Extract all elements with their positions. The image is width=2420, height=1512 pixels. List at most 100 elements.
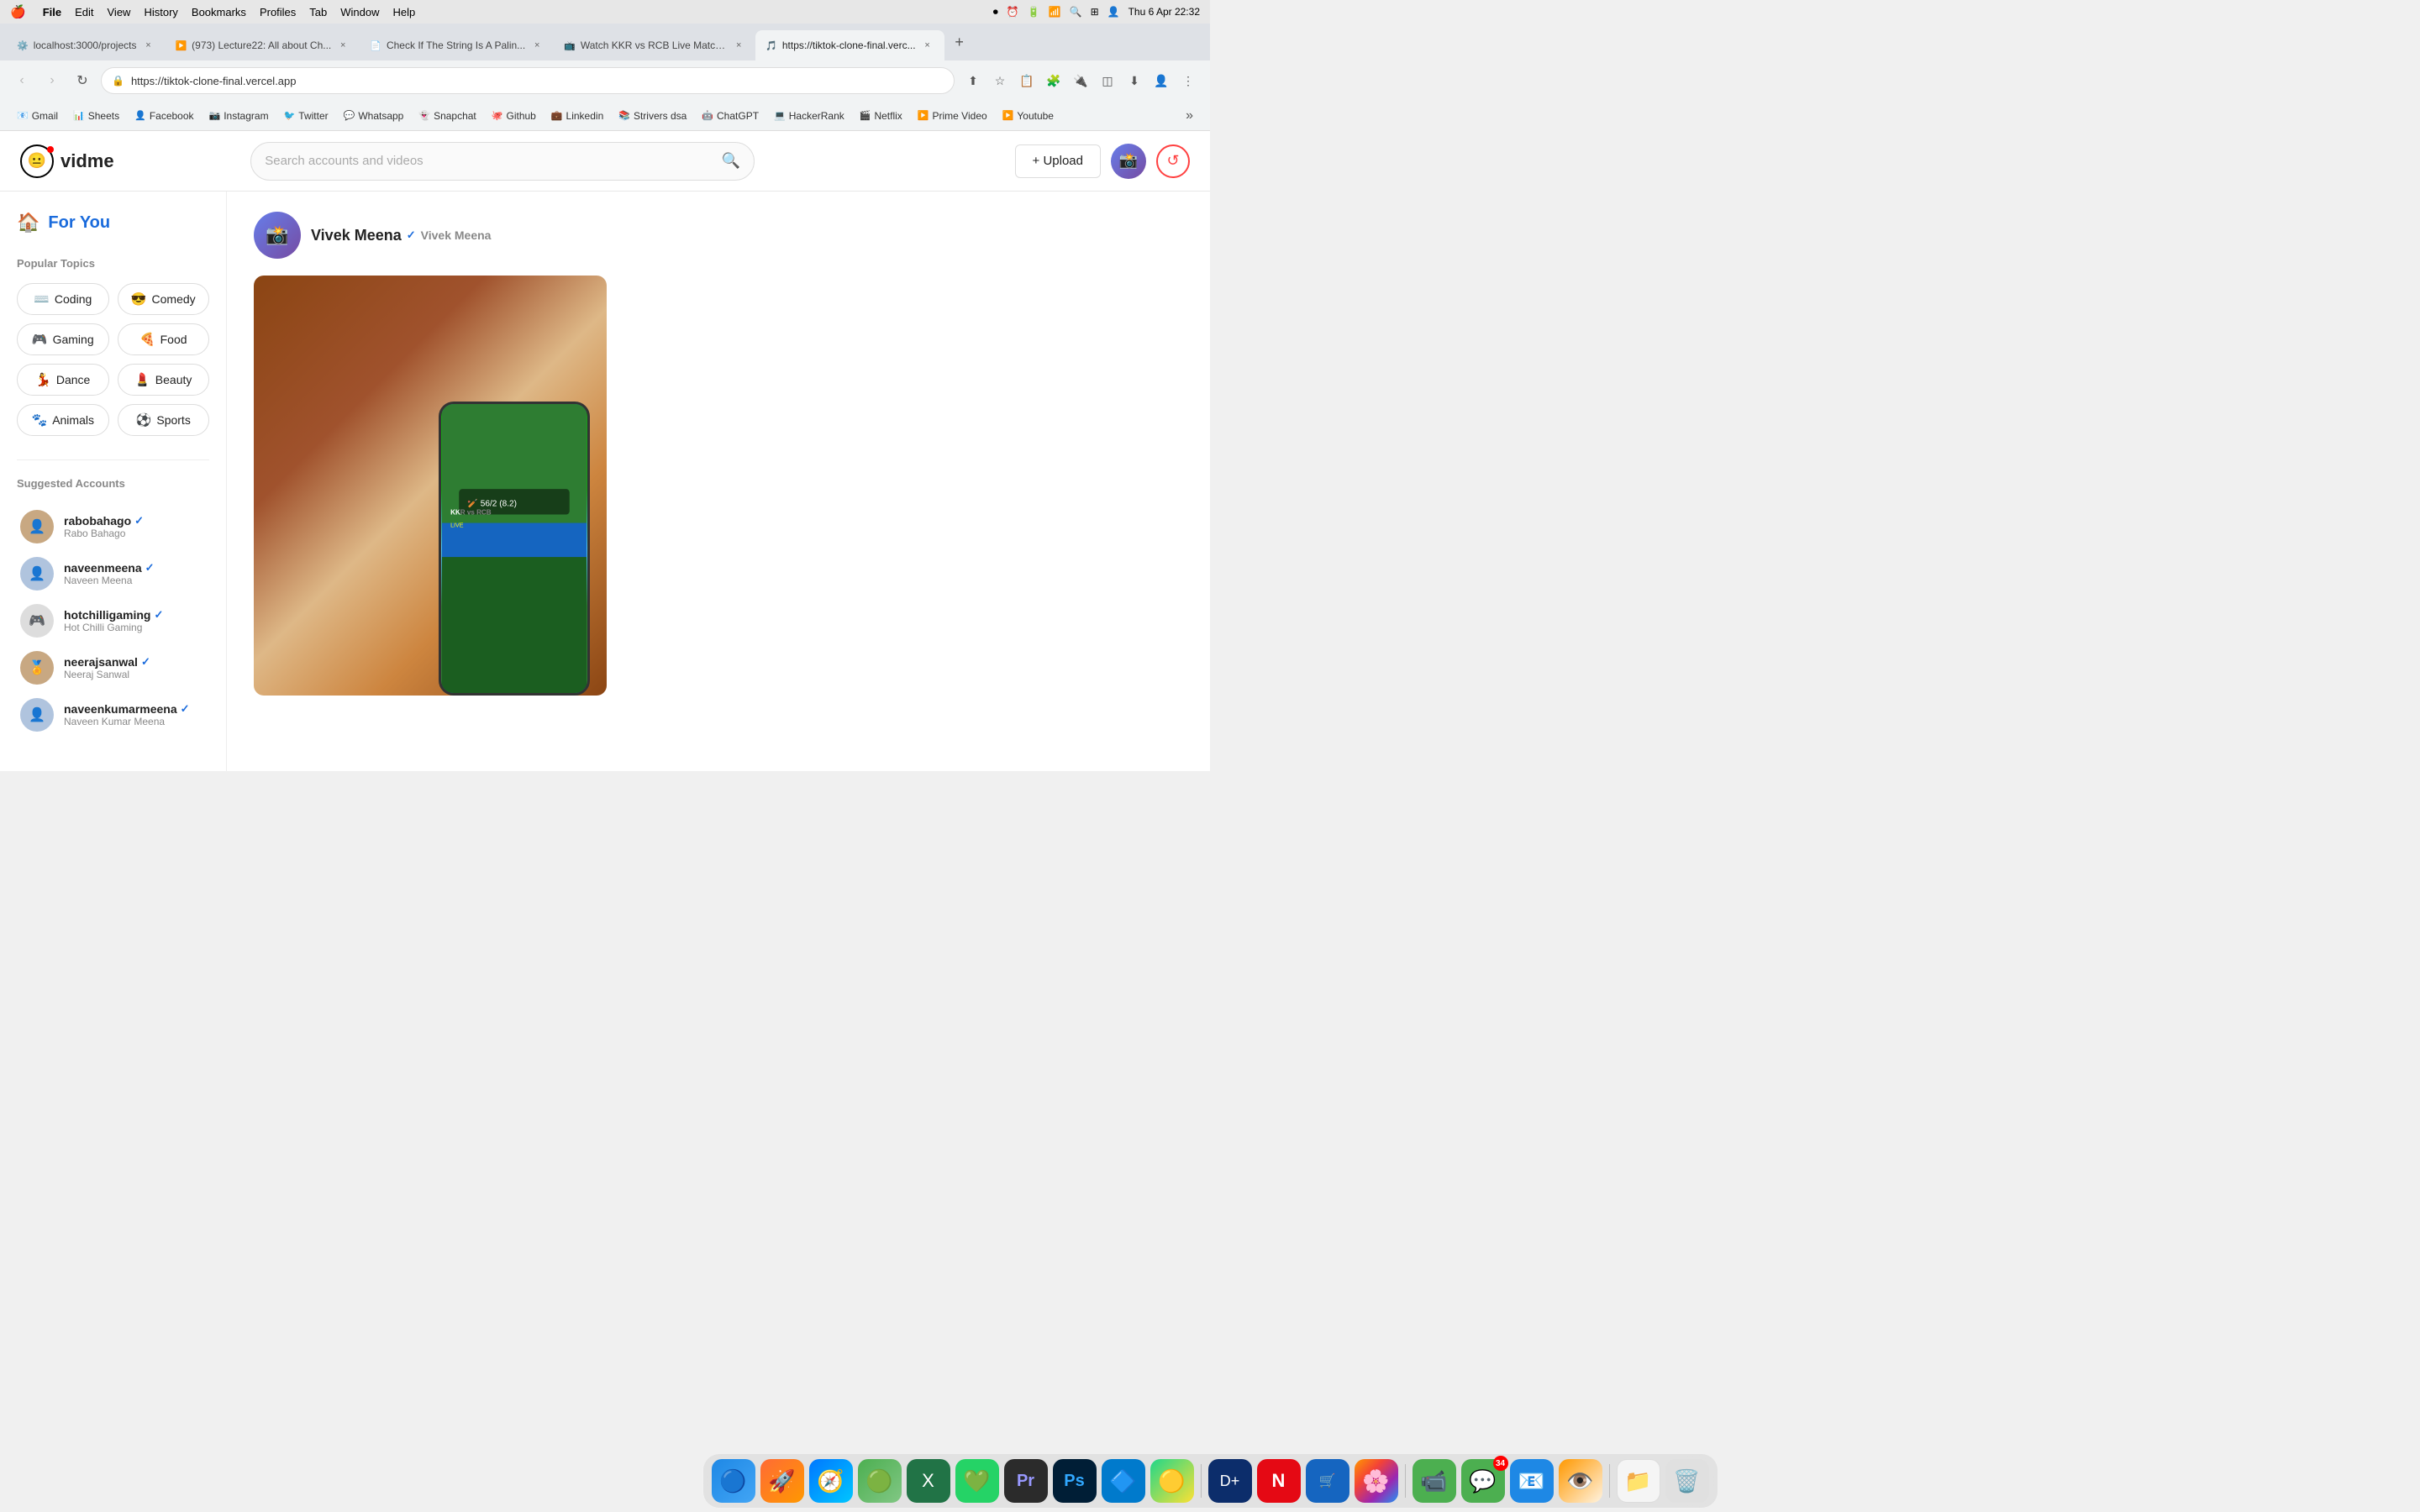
topic-chip-food[interactable]: 🍕 Food xyxy=(118,323,210,355)
topic-chip-animals[interactable]: 🐾 Animals xyxy=(17,404,109,436)
search-input[interactable] xyxy=(265,154,715,168)
topic-chip-comedy[interactable]: 😎 Comedy xyxy=(118,283,210,315)
account-item-rabobahago[interactable]: 👤 rabobahago ✓ Rabo Bahago xyxy=(17,503,209,550)
topic-chip-beauty[interactable]: 💄 Beauty xyxy=(118,364,210,396)
logo-text: vidme xyxy=(60,150,114,172)
dock-item-vscode[interactable]: 🔷 xyxy=(1102,1459,1145,1503)
topic-chip-gaming[interactable]: 🎮 Gaming xyxy=(17,323,109,355)
bookmark-netflix[interactable]: 🎬 Netflix xyxy=(853,107,909,125)
user-avatar[interactable]: 📸 xyxy=(1111,144,1146,179)
dock-item-netflix[interactable]: N xyxy=(1257,1459,1301,1503)
bookmark-chatgpt[interactable]: 🤖 ChatGPT xyxy=(695,107,765,125)
bookmark-instagram[interactable]: 📷 Instagram xyxy=(203,107,276,125)
tab-close-2[interactable]: × xyxy=(336,39,350,52)
bookmark-whatsapp[interactable]: 💬 Whatsapp xyxy=(337,107,411,125)
menu-profiles[interactable]: Tab xyxy=(309,6,327,18)
menu-bookmarks[interactable]: Profiles xyxy=(260,6,296,18)
bookmark-facebook[interactable]: 👤 Facebook xyxy=(128,107,200,125)
logo-area[interactable]: 😐 vidme xyxy=(20,144,114,178)
browser-tab-1[interactable]: ⚙️ localhost:3000/projects × xyxy=(7,30,165,60)
dock-item-excel[interactable]: X xyxy=(907,1459,950,1503)
menubar-icon-controlcenter[interactable]: ⊞ xyxy=(1091,6,1099,18)
dock-item-preview[interactable]: 👁️ xyxy=(1559,1459,1602,1503)
address-bar[interactable]: 🔒 https://tiktok-clone-final.vercel.app xyxy=(101,67,955,94)
video-thumbnail[interactable]: KKR vs RCB LIVE 🏏 56/2 (8.2) xyxy=(254,276,607,696)
menu-history[interactable]: Bookmarks xyxy=(192,6,246,18)
bookmark-prime[interactable]: ▶️ Prime Video xyxy=(911,107,994,125)
browser-tab-2[interactable]: ▶️ (973) Lecture22: All about Ch... × xyxy=(165,30,360,60)
dock-item-mail[interactable]: 📧 xyxy=(1510,1459,1554,1503)
tab-close-3[interactable]: × xyxy=(530,39,544,52)
share-button[interactable]: ⬆ xyxy=(961,69,985,92)
dock-item-pycharm[interactable]: 🟡 xyxy=(1150,1459,1194,1503)
menu-window[interactable]: Help xyxy=(393,6,416,18)
topic-chip-coding[interactable]: ⌨️ Coding xyxy=(17,283,109,315)
profile-button[interactable]: 👤 xyxy=(1150,69,1173,92)
bookmark-strivers[interactable]: 📚 Strivers dsa xyxy=(612,107,693,125)
account-item-naveenkumarmeena[interactable]: 👤 naveenkumarmeena ✓ Naveen Kumar Meena xyxy=(17,691,209,738)
topic-chip-dance[interactable]: 💃 Dance xyxy=(17,364,109,396)
bookmark-snapchat[interactable]: 👻 Snapchat xyxy=(412,107,482,125)
app-menu-chrome[interactable]: File xyxy=(43,6,61,18)
back-button[interactable]: ‹ xyxy=(10,69,34,92)
menubar-icon-user[interactable]: 👤 xyxy=(1107,6,1120,18)
dock-item-photoshop[interactable]: Ps xyxy=(1053,1459,1097,1503)
account-item-neerajsanwal[interactable]: 🏅 neerajsanwal ✓ Neeraj Sanwal xyxy=(17,644,209,691)
post-author-avatar[interactable]: 📸 xyxy=(254,212,301,259)
extension-icon[interactable]: 🧩 xyxy=(1042,69,1065,92)
dock-item-facetime[interactable]: 📹 xyxy=(1413,1459,1456,1503)
tab-close-5[interactable]: × xyxy=(921,39,934,52)
tab-close-4[interactable]: × xyxy=(732,39,745,52)
apple-menu[interactable]: 🍎 xyxy=(10,4,26,19)
dock-item-premiere[interactable]: Pr xyxy=(1004,1459,1048,1503)
bookmark-twitter[interactable]: 🐦 Twitter xyxy=(277,107,335,125)
bookmark-youtube[interactable]: ▶️ Youtube xyxy=(996,107,1060,125)
reading-list-button[interactable]: 📋 xyxy=(1015,69,1039,92)
dock-icon-netflix: N xyxy=(1257,1459,1301,1503)
dock-item-chrome[interactable]: 🟢 xyxy=(858,1459,902,1503)
bookmark-button[interactable]: ☆ xyxy=(988,69,1012,92)
account-name-neerajsanwal: neerajsanwal ✓ xyxy=(64,655,150,669)
dock-item-files[interactable]: 📁 xyxy=(1617,1459,1660,1503)
search-submit-button[interactable]: 🔍 xyxy=(722,152,740,170)
dock-item-hotstar[interactable]: 🛒 xyxy=(1306,1459,1349,1503)
dock-item-photos[interactable]: 🌸 xyxy=(1355,1459,1398,1503)
menu-tab[interactable]: Window xyxy=(340,6,379,18)
dock-item-launchpad[interactable]: 🚀 xyxy=(760,1459,804,1503)
forward-button[interactable]: › xyxy=(40,69,64,92)
bookmark-gmail[interactable]: 📧 Gmail xyxy=(10,107,65,125)
bookmark-favicon-github: 🐙 xyxy=(492,110,503,121)
menu-edit[interactable]: View xyxy=(108,6,131,18)
menubar-icon-search[interactable]: 🔍 xyxy=(1070,6,1082,18)
dock-item-finder[interactable]: 🔵 xyxy=(712,1459,755,1503)
for-you-nav-item[interactable]: 🏠 For You xyxy=(17,212,209,234)
menu-view[interactable]: History xyxy=(144,6,177,18)
sidebar-toggle-button[interactable]: ◫ xyxy=(1096,69,1119,92)
topic-chip-sports[interactable]: ⚽ Sports xyxy=(118,404,210,436)
upload-button[interactable]: + Upload xyxy=(1015,144,1101,178)
dock-item-safari[interactable]: 🧭 xyxy=(809,1459,853,1503)
browser-tab-4[interactable]: 📺 Watch KKR vs RCB Live Match... × xyxy=(554,30,755,60)
bookmark-linkedin[interactable]: 💼 Linkedin xyxy=(544,107,610,125)
bookmark-hackerrank[interactable]: 💻 HackerRank xyxy=(767,107,851,125)
bookmark-github[interactable]: 🐙 Github xyxy=(485,107,543,125)
tab-bar: ⚙️ localhost:3000/projects × ▶️ (973) Le… xyxy=(0,24,1210,60)
browser-tab-5-active[interactable]: 🎵 https://tiktok-clone-final.verc... × xyxy=(755,30,944,60)
dock-item-trash[interactable]: 🗑️ xyxy=(1665,1459,1709,1503)
new-tab-button[interactable]: + xyxy=(948,30,971,54)
chrome-menu-button[interactable]: ⋮ xyxy=(1176,69,1200,92)
tab-close-1[interactable]: × xyxy=(141,39,155,52)
browser-tab-3[interactable]: 📄 Check If The String Is A Palin... × xyxy=(360,30,554,60)
dock-item-messages[interactable]: 💬 34 xyxy=(1461,1459,1505,1503)
extensions-manage-button[interactable]: 🔌 xyxy=(1069,69,1092,92)
bookmark-sheets[interactable]: 📊 Sheets xyxy=(66,107,126,125)
dock-item-disney[interactable]: D+ xyxy=(1208,1459,1252,1503)
dock-item-whatsapp[interactable]: 💚 xyxy=(955,1459,999,1503)
refresh-button[interactable]: ↺ xyxy=(1156,144,1190,178)
download-button[interactable]: ⬇ xyxy=(1123,69,1146,92)
reload-button[interactable]: ↻ xyxy=(71,69,94,92)
menu-file[interactable]: Edit xyxy=(75,6,93,18)
account-item-naveenmeena[interactable]: 👤 naveenmeena ✓ Naveen Meena xyxy=(17,550,209,597)
account-item-hotchilligaming[interactable]: 🎮 hotchilligaming ✓ Hot Chilli Gaming xyxy=(17,597,209,644)
bookmarks-overflow-button[interactable]: » xyxy=(1179,105,1200,127)
